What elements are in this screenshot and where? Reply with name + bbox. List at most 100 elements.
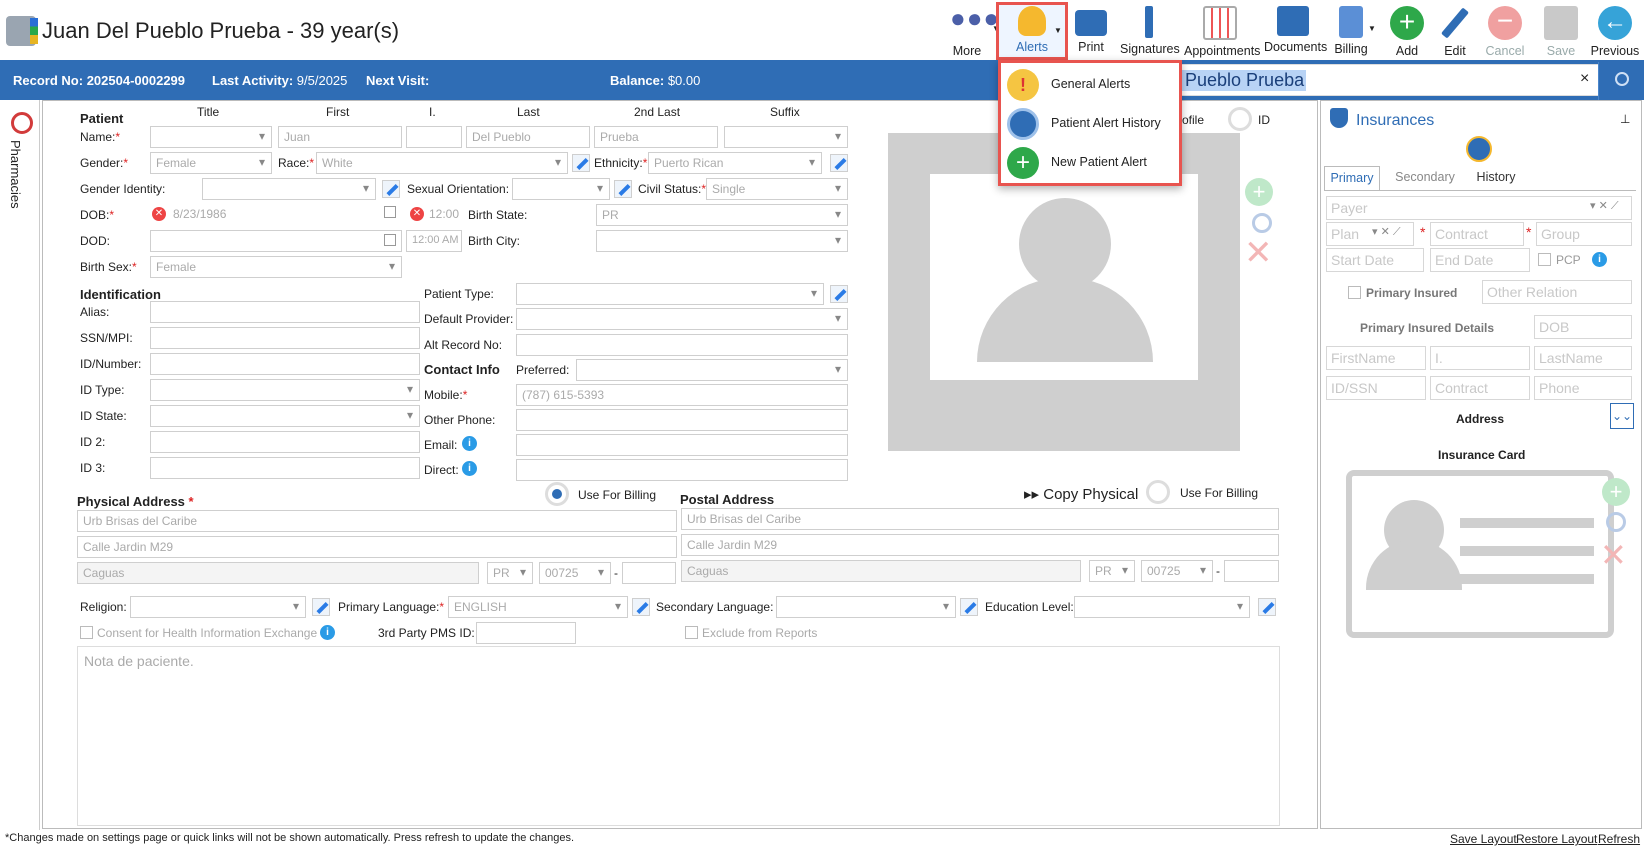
add-photo-icon[interactable]: +: [1245, 178, 1273, 206]
payer-actions-icon[interactable]: ▾ ✕ ⟋: [1590, 199, 1619, 213]
tab-primary[interactable]: Primary: [1324, 166, 1380, 190]
patient-type-select[interactable]: [516, 283, 824, 305]
suffix-select[interactable]: [724, 126, 848, 148]
id-type-select[interactable]: [150, 379, 420, 401]
tab-secondary[interactable]: Secondary: [1384, 166, 1466, 190]
cancel-button[interactable]: − Cancel: [1476, 4, 1534, 59]
delete-card-icon[interactable]: ✕: [1600, 539, 1627, 571]
save-layout-link[interactable]: Save Layout: [1450, 832, 1517, 846]
secondary-language-edit-icon[interactable]: [960, 598, 978, 616]
zoom-photo-icon[interactable]: [1252, 213, 1272, 233]
insured-firstname-field[interactable]: FirstName: [1326, 346, 1426, 370]
physical-state-select[interactable]: PR: [487, 562, 533, 584]
menu-item-patient-alert-history[interactable]: Patient Alert History: [1005, 106, 1175, 142]
search-button[interactable]: [1598, 62, 1644, 100]
civil-status-select[interactable]: Single: [706, 178, 848, 200]
dod-calendar-icon[interactable]: [384, 234, 396, 246]
preferred-select[interactable]: [576, 359, 848, 381]
save-button[interactable]: Save: [1532, 4, 1590, 58]
end-date-field[interactable]: End Date: [1430, 248, 1530, 272]
id-state-select[interactable]: [150, 405, 420, 427]
education-level-select[interactable]: [1074, 596, 1250, 618]
physical-line2-field[interactable]: Calle Jardin M29: [77, 536, 677, 558]
expand-down-icon[interactable]: ⌄⌄: [1610, 403, 1634, 429]
exclude-reports-checkbox[interactable]: [685, 626, 698, 639]
physical-use-for-billing-radio[interactable]: [545, 482, 569, 506]
id2-field[interactable]: [150, 431, 420, 453]
ethnicity-edit-icon[interactable]: [830, 154, 848, 172]
group-field[interactable]: Group: [1536, 222, 1632, 246]
plan-actions-icon[interactable]: ▾ ✕ ⟋: [1372, 225, 1401, 239]
dod-time-field[interactable]: 12:00 AM: [406, 230, 462, 252]
alt-record-field[interactable]: [516, 334, 848, 356]
restore-layout-link[interactable]: Restore Layout: [1516, 832, 1597, 846]
other-relation-select[interactable]: Other Relation: [1482, 280, 1632, 304]
other-phone-field[interactable]: [516, 409, 848, 431]
delete-photo-icon[interactable]: ✕: [1244, 236, 1273, 270]
add-card-icon[interactable]: +: [1602, 478, 1630, 506]
pcp-info-icon[interactable]: i: [1592, 252, 1607, 267]
gender-identity-select[interactable]: [202, 178, 376, 200]
direct-field[interactable]: [516, 459, 848, 481]
postal-state-select[interactable]: PR: [1089, 560, 1135, 582]
birth-sex-select[interactable]: Female: [150, 256, 402, 278]
insured-id-ssn-field[interactable]: ID/SSN: [1326, 376, 1426, 400]
id-number-field[interactable]: [150, 353, 420, 375]
pin-icon[interactable]: ⊥: [1620, 112, 1630, 126]
id-radio[interactable]: [1228, 107, 1252, 131]
mobile-field[interactable]: (787) 615-5393: [516, 384, 848, 406]
gender-identity-edit-icon[interactable]: [382, 180, 400, 198]
copy-physical-button[interactable]: ▸▸ Copy Physical: [1024, 485, 1138, 503]
id3-field[interactable]: [150, 457, 420, 479]
primary-language-select[interactable]: ENGLISH: [448, 596, 628, 618]
default-provider-select[interactable]: [516, 308, 848, 330]
physical-line1-field[interactable]: Urb Brisas del Caribe: [77, 510, 677, 532]
gender-select[interactable]: Female: [150, 152, 272, 174]
postal-city-field[interactable]: Caguas: [681, 560, 1081, 582]
race-select[interactable]: White: [316, 152, 568, 174]
direct-info-icon[interactable]: i: [462, 461, 477, 476]
primary-insured-checkbox[interactable]: [1348, 286, 1361, 299]
postal-line1-field[interactable]: Urb Brisas del Caribe: [681, 508, 1279, 530]
dob-calendar-icon[interactable]: [384, 206, 396, 218]
birth-city-select[interactable]: [596, 230, 848, 252]
education-level-edit-icon[interactable]: [1258, 598, 1276, 616]
insured-lastname-field[interactable]: LastName: [1534, 346, 1632, 370]
primary-language-edit-icon[interactable]: [632, 598, 650, 616]
alerts-caret-icon[interactable]: ▼: [1054, 26, 1062, 35]
patient-type-edit-icon[interactable]: [830, 285, 848, 303]
physical-city-field[interactable]: Caguas: [77, 562, 479, 584]
email-field[interactable]: [516, 434, 848, 456]
sexual-orientation-select[interactable]: [512, 178, 610, 200]
title-select[interactable]: [150, 126, 272, 148]
close-icon[interactable]: ×: [1580, 70, 1589, 88]
insured-dob-field[interactable]: DOB: [1534, 315, 1632, 339]
insured-initial-field[interactable]: I.: [1430, 346, 1530, 370]
postal-zip-ext-field[interactable]: [1224, 560, 1279, 582]
birth-state-select[interactable]: PR: [596, 204, 848, 226]
initial-field[interactable]: [406, 126, 462, 148]
email-info-icon[interactable]: i: [462, 436, 477, 451]
race-edit-icon[interactable]: [572, 154, 590, 172]
dob-field[interactable]: 8/23/1986: [168, 204, 402, 226]
physical-zip-select[interactable]: 00725: [539, 562, 611, 584]
secondary-language-select[interactable]: [776, 596, 956, 618]
postal-use-for-billing-radio[interactable]: [1146, 480, 1170, 504]
sidebar-item-pharmacies[interactable]: Pharmacies: [8, 140, 23, 209]
zoom-card-icon[interactable]: [1606, 512, 1626, 532]
billing-caret-icon[interactable]: ▼: [1368, 24, 1376, 33]
insured-phone-field[interactable]: Phone: [1534, 376, 1632, 400]
postal-zip-select[interactable]: 00725: [1141, 560, 1213, 582]
last-name-field[interactable]: Del Pueblo: [466, 126, 590, 148]
second-last-field[interactable]: Prueba: [594, 126, 718, 148]
alias-field[interactable]: [150, 301, 420, 323]
insured-contract-field[interactable]: Contract: [1430, 376, 1530, 400]
menu-item-general-alerts[interactable]: ! General Alerts: [1005, 67, 1175, 103]
start-date-field[interactable]: Start Date: [1326, 248, 1424, 272]
pcp-checkbox[interactable]: [1538, 253, 1551, 266]
tab-history[interactable]: History: [1466, 166, 1526, 190]
documents-button[interactable]: Documents: [1264, 4, 1327, 58]
consent-info-icon[interactable]: i: [320, 625, 335, 640]
payer-select[interactable]: Payer: [1326, 196, 1632, 220]
religion-select[interactable]: [130, 596, 306, 618]
